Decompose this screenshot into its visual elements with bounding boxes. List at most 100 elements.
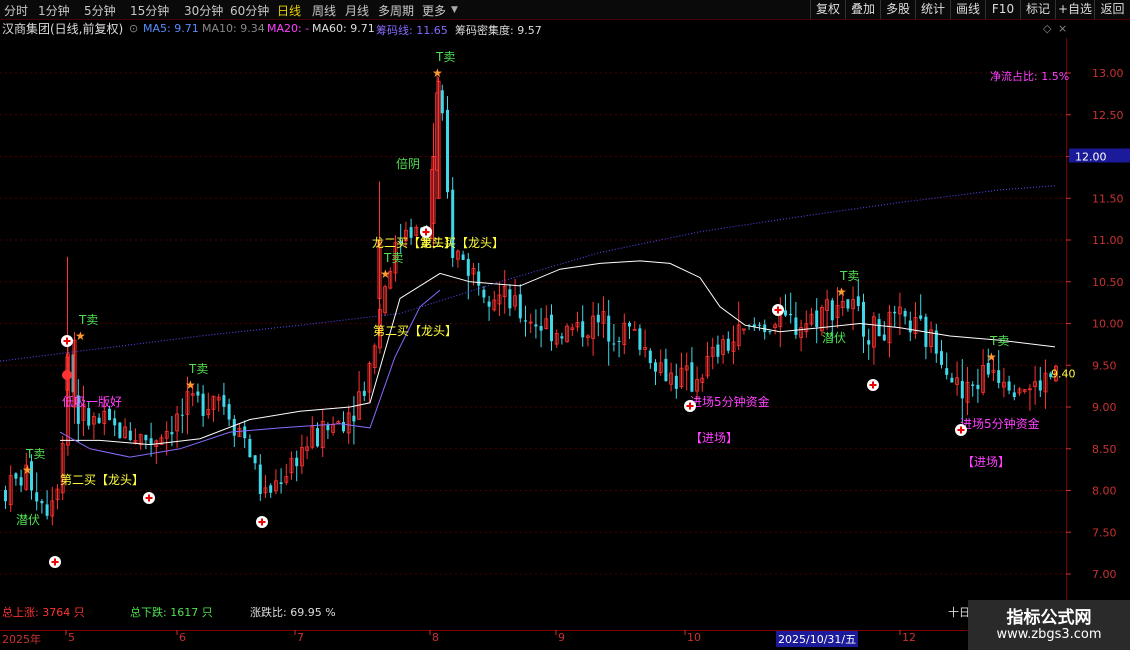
restore-rights-button[interactable]: 复权 bbox=[810, 0, 845, 19]
watermark-url: www.zbgs3.com bbox=[996, 627, 1102, 642]
candle-body bbox=[253, 455, 257, 464]
candle-body bbox=[144, 434, 148, 441]
ma5-value: MA5: 9.71 bbox=[143, 22, 199, 35]
candle-body bbox=[196, 391, 200, 396]
candle-body bbox=[128, 430, 132, 441]
period-tab-1min[interactable]: 1分钟 bbox=[38, 2, 70, 19]
candle-body bbox=[149, 438, 153, 445]
date-label-year: 2025年 bbox=[2, 633, 41, 646]
period-tab-15min[interactable]: 15分钟 bbox=[130, 2, 169, 19]
candle-body bbox=[440, 90, 444, 114]
buy-signal-icon bbox=[143, 492, 155, 504]
candle-body bbox=[830, 300, 834, 321]
candle-body bbox=[882, 334, 886, 341]
candle-body bbox=[524, 320, 527, 322]
candle-body bbox=[560, 336, 564, 339]
chip-line-value: 筹码线: 11.65 bbox=[376, 24, 448, 37]
diamond-icon[interactable]: ◇ bbox=[1043, 22, 1051, 38]
candle-body bbox=[295, 457, 299, 467]
candle-body bbox=[674, 375, 678, 389]
ma10-value: MA10: 9.34 bbox=[202, 22, 265, 35]
candle-body bbox=[794, 317, 798, 335]
period-tab-30min[interactable]: 30分钟 bbox=[184, 2, 223, 19]
candle-body bbox=[784, 310, 787, 316]
candle-body bbox=[758, 324, 761, 326]
candle-body bbox=[862, 301, 865, 337]
price-tick-label: 11.00 bbox=[1092, 234, 1124, 247]
t-sell-label: T卖 bbox=[383, 251, 403, 265]
ma20-value: MA20: - bbox=[267, 22, 310, 35]
chevron-down-icon[interactable]: ▼ bbox=[451, 5, 458, 15]
period-tab-more[interactable]: 更多 bbox=[422, 2, 446, 19]
overlay-button[interactable]: 叠加 bbox=[845, 0, 880, 19]
buy-signal-icon bbox=[256, 516, 268, 528]
buy-signal-icon bbox=[772, 304, 784, 316]
candlestick-chart[interactable]: T卖★T卖★T卖★T卖★T卖★ T卖★T卖★潜伏潜伏第二买【龙头】第二买【龙头】倍… bbox=[0, 38, 1130, 600]
candle-body bbox=[976, 384, 980, 390]
mark-button[interactable]: 标记 bbox=[1020, 0, 1055, 19]
price-tick-label: 10.50 bbox=[1092, 276, 1124, 289]
candle-body bbox=[482, 289, 486, 298]
candle-body bbox=[232, 418, 236, 436]
buy-signal-icon bbox=[955, 424, 967, 436]
candle-body bbox=[243, 426, 247, 439]
candle-body bbox=[612, 343, 616, 345]
settings-circle-icon[interactable]: ⊙ bbox=[129, 22, 138, 38]
runner-icon: ★ bbox=[432, 66, 443, 80]
lurk-label: 潜伏 bbox=[822, 331, 846, 345]
candle-body bbox=[180, 414, 184, 416]
candle-body bbox=[789, 313, 793, 316]
candle-body bbox=[170, 432, 174, 435]
candle-body bbox=[201, 393, 205, 416]
draw-line-button[interactable]: 画线 bbox=[950, 0, 985, 19]
date-label-9: 9 bbox=[558, 631, 565, 644]
candle-body bbox=[960, 381, 964, 399]
period-tab-5min[interactable]: 5分钟 bbox=[84, 2, 116, 19]
candle-body bbox=[466, 258, 470, 276]
candle-body bbox=[87, 408, 91, 426]
candle-body bbox=[108, 408, 111, 421]
date-label-5: 5 bbox=[68, 631, 75, 644]
date-label-7: 7 bbox=[297, 631, 304, 644]
add-favorite-button[interactable]: +自选 bbox=[1055, 0, 1094, 19]
entry-fund-label: 进场5分钟资金 bbox=[690, 394, 770, 409]
period-tab-weekly[interactable]: 周线 bbox=[312, 2, 336, 19]
candle-body bbox=[581, 321, 585, 338]
period-tab-daily[interactable]: 日线 bbox=[277, 2, 301, 19]
total-up-count: 总上涨: 3764 只 bbox=[2, 606, 85, 619]
price-tick-label: 12.00 bbox=[1075, 151, 1107, 164]
candle-body bbox=[950, 377, 954, 383]
candle-body bbox=[539, 325, 543, 331]
candle-body bbox=[1012, 392, 1016, 397]
period-tab-monthly[interactable]: 月线 bbox=[345, 2, 369, 19]
candle-body bbox=[113, 418, 117, 426]
period-tab-fenshi[interactable]: 分时 bbox=[4, 2, 28, 19]
candle-body bbox=[97, 417, 101, 424]
multi-stock-button[interactable]: 多股 bbox=[880, 0, 915, 19]
candle-body bbox=[248, 438, 252, 458]
price-tick-label: 10.00 bbox=[1092, 318, 1124, 331]
back-button[interactable]: 返回 bbox=[1094, 0, 1130, 19]
close-icon[interactable]: × bbox=[1058, 22, 1067, 38]
price-tick-label: 12.50 bbox=[1092, 109, 1124, 122]
t-sell-label: T卖 bbox=[188, 362, 208, 376]
candle-body bbox=[986, 362, 990, 375]
period-tab-multi[interactable]: 多周期 bbox=[378, 2, 414, 19]
f10-button[interactable]: F10 bbox=[985, 0, 1020, 19]
chip-line bbox=[0, 185, 1056, 362]
statistics-button[interactable]: 统计 bbox=[915, 0, 950, 19]
price-tick-label: 7.00 bbox=[1092, 568, 1117, 581]
double-yin-label: 倍阴 bbox=[396, 156, 420, 171]
t-sell-label: T卖 bbox=[839, 269, 859, 283]
candle-body bbox=[352, 415, 356, 422]
t-sell-label: T卖 bbox=[435, 50, 455, 64]
ma60-value: MA60: 9.71 bbox=[312, 22, 375, 35]
runner-icon: ★ bbox=[986, 350, 997, 364]
candle-body bbox=[518, 294, 522, 319]
runner-icon: ★ bbox=[75, 329, 86, 343]
period-tab-60min[interactable]: 60分钟 bbox=[230, 2, 269, 19]
buy-signal-icon bbox=[867, 379, 879, 391]
candle-body bbox=[1038, 380, 1042, 391]
candle-body bbox=[638, 328, 642, 350]
candle-body bbox=[815, 310, 819, 327]
